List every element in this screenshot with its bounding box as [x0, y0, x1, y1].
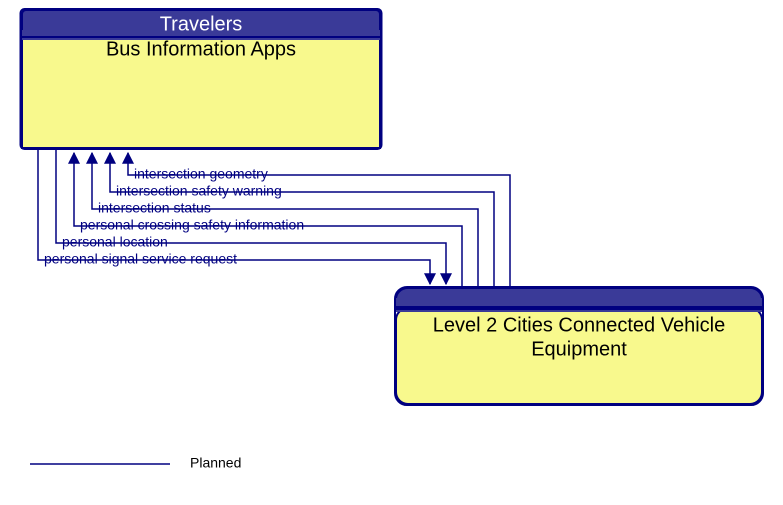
- legend: Planned: [30, 455, 241, 471]
- bottom-box-title-line2: Equipment: [531, 338, 627, 360]
- flow-label-intersection-safety-warning: intersection safety warning: [116, 183, 282, 199]
- flow-label-intersection-geometry: intersection geometry: [134, 166, 268, 182]
- flow-label-personal-crossing-safety-information: personal crossing safety information: [80, 217, 304, 233]
- flow-label-intersection-status: intersection status: [98, 200, 211, 216]
- bottom-entity-box: Level 2 Cities Connected Vehicle Equipme…: [395, 287, 763, 405]
- architecture-diagram: Travelers Bus Information Apps Level 2 C…: [0, 0, 783, 505]
- top-box-header: Travelers: [160, 13, 243, 35]
- flow-label-personal-signal-service-request: personal signal service request: [44, 251, 237, 267]
- legend-planned: Planned: [190, 455, 241, 471]
- top-box-title: Bus Information Apps: [106, 38, 296, 60]
- top-entity-box: Travelers Bus Information Apps: [21, 9, 382, 149]
- flow-label-personal-location: personal location: [62, 234, 168, 250]
- bottom-box-title-line1: Level 2 Cities Connected Vehicle: [433, 314, 725, 336]
